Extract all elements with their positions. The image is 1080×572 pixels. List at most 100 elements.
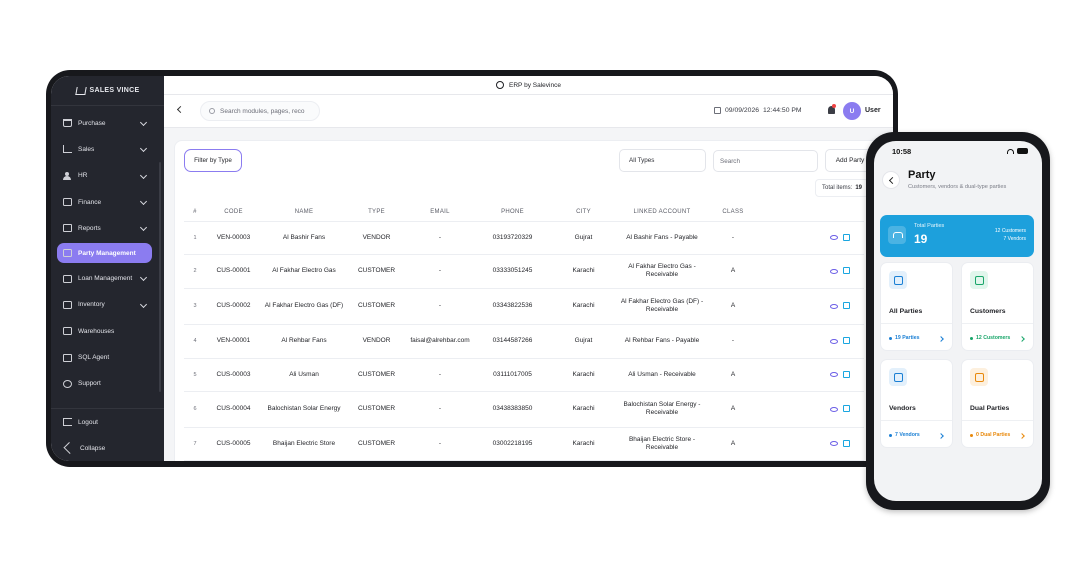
sidebar-item-loan-management[interactable]: Loan Management (51, 265, 164, 291)
party-city-text: Gujrat (574, 337, 593, 344)
sidebar-item-sql-agent[interactable]: SQL Agent (51, 344, 164, 370)
eye-icon[interactable] (830, 303, 838, 309)
sidebar-item-inventory[interactable]: Inventory (51, 292, 164, 318)
total-parties-value: 19 (914, 232, 928, 246)
sidebar-item-support[interactable]: Support (51, 371, 164, 397)
edit-icon[interactable] (843, 233, 850, 241)
logout-button[interactable]: Logout (51, 409, 164, 435)
party-class: A (708, 254, 758, 289)
table-row[interactable]: 1 VEN-00003 Al Bashir Fans VENDOR - 031937203… (184, 221, 864, 255)
table-body: 1 VEN-00003 Al Bashir Fans VENDOR - 031937203… (184, 221, 864, 461)
eye-icon[interactable] (830, 372, 838, 377)
party-city-text: Karachi (572, 405, 595, 412)
table-row[interactable]: 3 CUS-00002 Al Fakhar Electro Gas (DF) CUST… (184, 288, 864, 325)
sidebar-item-label: SQL Agent (78, 354, 110, 362)
eye-icon[interactable] (830, 406, 838, 412)
sidebar-item-reports[interactable]: Reports (51, 215, 164, 241)
sidebar-item-label: Support (78, 380, 101, 388)
sidebar-scrollbar[interactable] (159, 162, 161, 392)
sidebar-item-purchase[interactable]: Purchase (51, 110, 164, 136)
linked-account-text: Balochistan Solar Energy - Receivable (623, 401, 701, 416)
all-parties-card[interactable]: All Parties 19 Parties (880, 262, 953, 351)
app-title: ERP by Salevince (509, 81, 561, 89)
party-name-text: Al Fakhar Electro Gas (DF) (264, 302, 344, 309)
party-class-text: - (731, 337, 735, 344)
dual-parties-card[interactable]: Dual Parties 0 Dual Parties (961, 359, 1034, 448)
party-phone: 03333051245 (474, 254, 551, 289)
global-search-input[interactable]: Search modules, pages, reco (200, 101, 320, 121)
edit-icon[interactable] (843, 302, 850, 309)
chevron-right-icon (938, 336, 944, 342)
tablet-screen: SALES VINCE Purchase Sales HR Finance Report… (51, 76, 893, 461)
avatar[interactable]: U (843, 102, 861, 120)
chevron-down-icon (139, 171, 148, 179)
sidebar-item-finance[interactable]: Finance (51, 189, 164, 215)
total-parties-card[interactable]: Total Parties 19 12 Customers 7 Vendors (880, 215, 1034, 257)
table-row[interactable]: 5 CUS-00003 Ali Usman CUSTOMER - 03111017005 K… (184, 358, 864, 392)
people-icon (889, 271, 907, 289)
table-row[interactable]: 7 CUS-00005 Bhaijan Electric Store CUSTOMER… (184, 427, 864, 461)
filter-by-type-button[interactable]: Filter by Type (184, 149, 242, 172)
battery-icon (1017, 148, 1028, 154)
edit-icon[interactable] (843, 405, 850, 412)
database-icon (63, 353, 72, 362)
eye-icon[interactable] (830, 441, 838, 446)
party-name: Al Bashir Fans (261, 221, 347, 255)
chevron-down-icon (139, 300, 148, 308)
chevron-down-icon (139, 197, 148, 205)
vendors-card[interactable]: Vendors 7 Vendors (880, 359, 953, 448)
sidebar-nav: Purchase Sales HR Finance Reports Party Manag… (51, 106, 164, 397)
row-index: 4 (184, 324, 206, 359)
sidebar-item-sales[interactable]: Sales (51, 136, 164, 162)
table-row[interactable]: 4 VEN-00001 Al Rehbar Fans VENDOR faisal@alr… (184, 324, 864, 359)
party-class: - (708, 324, 758, 359)
collapse-button[interactable]: Collapse (51, 435, 164, 461)
party-name: Al Rehbar Fans (261, 324, 347, 359)
party-search-input[interactable]: Search (713, 150, 818, 172)
party-email: - (406, 288, 474, 325)
card-divider (962, 323, 1033, 324)
total-parties-label: Total Parties (914, 223, 945, 229)
linked-account: Bhaijan Electric Store - Receivable (616, 427, 708, 461)
current-date: 09/09/2026 (725, 107, 760, 114)
customers-count-text: 12 Customers (976, 335, 1011, 341)
sidebar-item-party-management[interactable]: Party Management (57, 243, 152, 264)
eye-icon[interactable] (830, 235, 838, 240)
edit-icon[interactable] (843, 439, 850, 447)
support-icon (63, 379, 72, 388)
linked-account-text: Al Fakhar Electro Gas - Receivable (628, 263, 696, 278)
party-phone: 03002218195 (474, 427, 551, 461)
card-icon (63, 198, 72, 207)
sidebar-item-hr[interactable]: HR (51, 163, 164, 189)
party-type: CUSTOMER (347, 427, 406, 461)
user-name[interactable]: User (865, 107, 881, 114)
party-type-text: CUSTOMER (357, 267, 396, 274)
back-button[interactable] (882, 171, 900, 189)
party-phone: 03193720329 (474, 221, 551, 255)
table-row[interactable]: 2 CUS-00001 Al Fakhar Electro Gas CUSTOMER -… (184, 254, 864, 289)
party-city: Karachi (551, 254, 616, 289)
party-type: CUSTOMER (347, 391, 406, 428)
edit-icon[interactable] (843, 370, 850, 378)
customers-card[interactable]: Customers 12 Customers (961, 262, 1034, 351)
party-phone: 03438383850 (474, 391, 551, 428)
table-row[interactable]: 6 CUS-00004 Balochistan Solar Energy CUSTOM… (184, 391, 864, 428)
eye-icon[interactable] (830, 268, 838, 274)
status-bar: 10:58 (874, 141, 1042, 161)
status-dot-icon (970, 336, 973, 340)
brand-logo[interactable]: SALES VINCE (51, 76, 164, 106)
back-icon[interactable] (176, 105, 185, 114)
party-email: - (406, 358, 474, 392)
party-phone-text: 03333051245 (492, 267, 533, 274)
party-name-text: Bhaijan Electric Store (272, 439, 336, 447)
edit-icon[interactable] (843, 337, 850, 344)
handshake-icon (63, 249, 72, 258)
party-code-text: VEN-00003 (216, 233, 251, 241)
row-index-text: 3 (193, 303, 197, 309)
edit-icon[interactable] (843, 267, 850, 274)
sidebar-item-warehouses[interactable]: Warehouses (51, 318, 164, 344)
party-city: Karachi (551, 358, 616, 392)
building-icon (889, 368, 907, 386)
type-select[interactable]: All Types (619, 149, 706, 172)
eye-icon[interactable] (830, 338, 838, 344)
